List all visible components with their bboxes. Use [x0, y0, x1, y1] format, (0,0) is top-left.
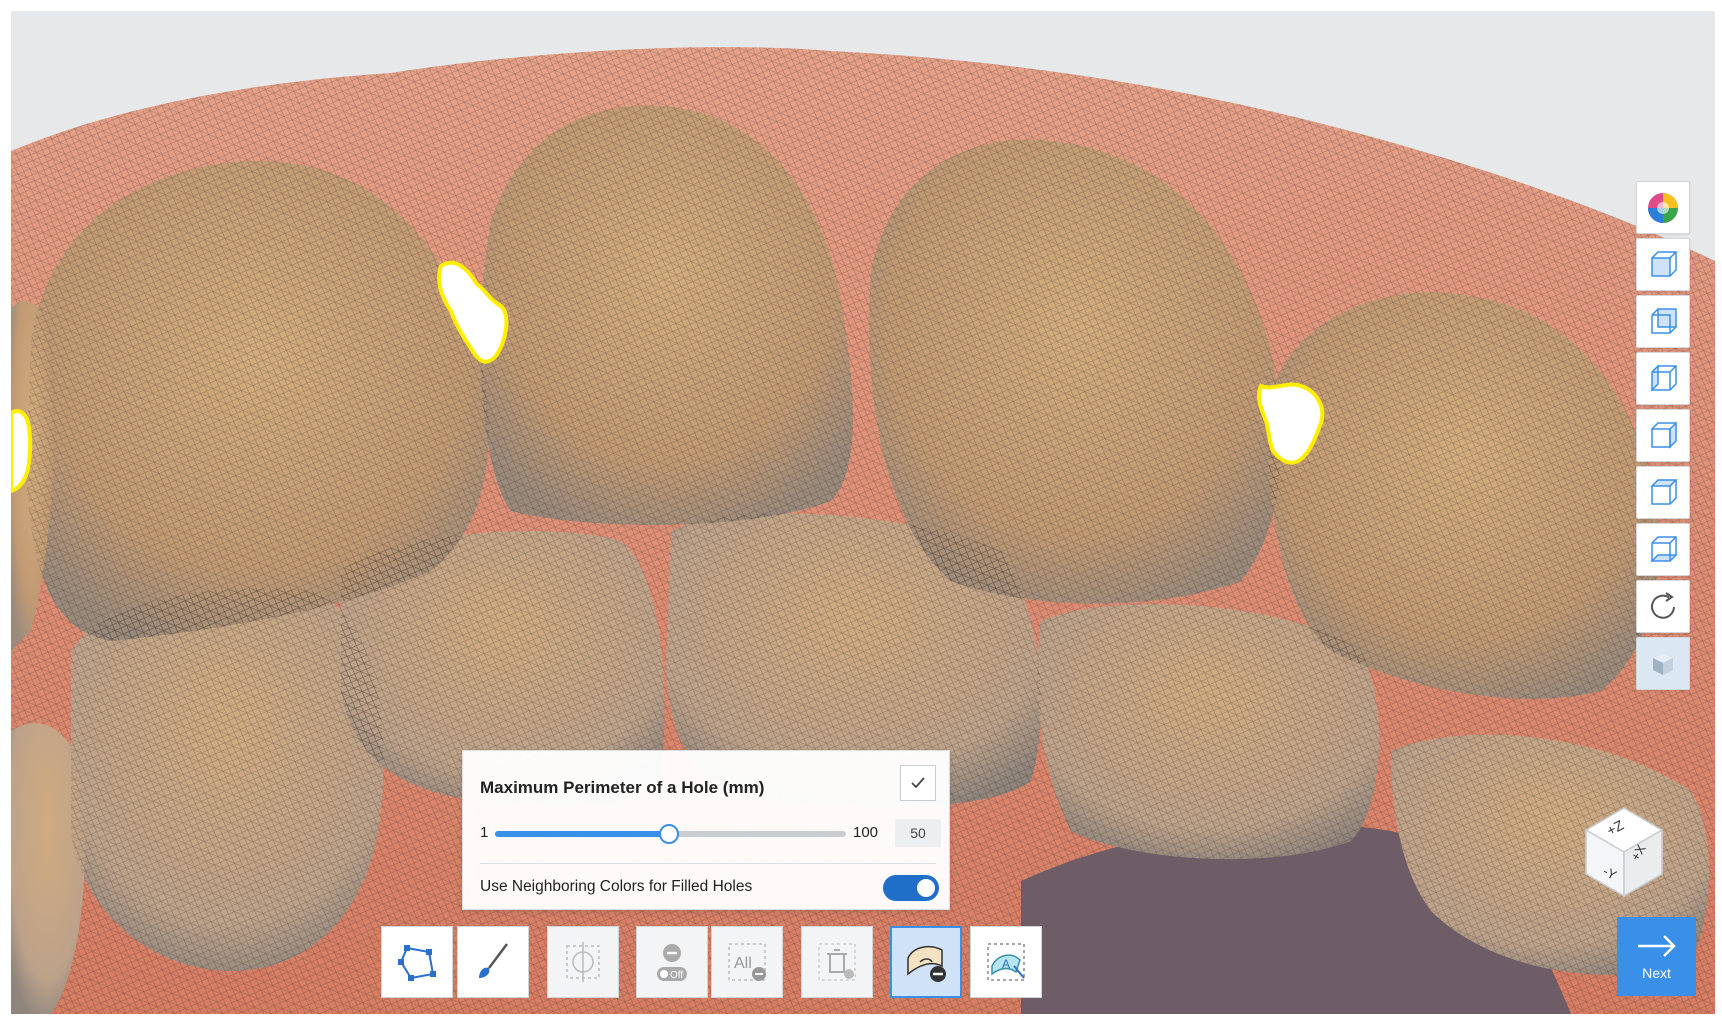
off-label: Off — [670, 970, 683, 981]
fill-holes-panel: Maximum Perimeter of a Hole (mm) 1 100 5… — [462, 750, 950, 910]
cube-bottom-icon — [1650, 535, 1678, 562]
cube-right-icon — [1651, 420, 1677, 449]
svg-text:A: A — [1002, 957, 1010, 971]
view-back-button[interactable] — [1636, 295, 1690, 348]
brush-select-tool[interactable] — [457, 926, 529, 998]
color-mode-icon — [1648, 192, 1678, 223]
view-bottom-button[interactable] — [1636, 523, 1690, 576]
neighbor-colors-label: Use Neighboring Colors for Filled Holes — [480, 878, 753, 895]
hole-toggle-off[interactable]: Off — [636, 926, 708, 998]
color-mode-button[interactable] — [1636, 181, 1690, 234]
view-front-button[interactable] — [1636, 238, 1690, 291]
texture-cube-icon — [1653, 652, 1673, 675]
polygon-select-tool[interactable] — [381, 926, 453, 998]
slider-thumb[interactable] — [658, 824, 679, 844]
minus-off-icon: Off — [657, 944, 687, 981]
view-right-button[interactable] — [1636, 409, 1690, 462]
fill-holes-icon — [907, 945, 946, 982]
through-select-tool[interactable] — [547, 926, 619, 998]
fill-holes-tool[interactable] — [890, 926, 962, 998]
cube-front-icon — [1651, 250, 1677, 277]
arrow-right-icon — [1637, 934, 1676, 957]
cube-left-icon — [1651, 363, 1677, 392]
slider-fill — [495, 831, 669, 837]
texture-toggle-button[interactable] — [1636, 637, 1690, 690]
all-deselect-icon: All — [728, 943, 766, 981]
next-label: Next — [1642, 964, 1671, 981]
all-label: All — [734, 955, 752, 972]
smart-fill-tool[interactable]: A — [970, 926, 1042, 998]
slider-value-field[interactable]: 50 — [895, 819, 941, 847]
cube-back-icon — [1651, 307, 1677, 334]
reset-view-button[interactable] — [1636, 580, 1690, 633]
panel-title: Maximum Perimeter of a Hole (mm) — [480, 778, 765, 797]
through-select-icon — [566, 942, 600, 982]
toggle-knob — [917, 879, 935, 897]
check-icon — [911, 777, 925, 789]
orientation-cube[interactable]: +Z -Y +X — [1576, 796, 1674, 900]
polygon-icon — [398, 945, 436, 981]
rotate-icon — [1651, 591, 1675, 619]
slider-max-label: 100 — [853, 824, 879, 841]
neighbor-colors-toggle[interactable] — [883, 875, 939, 901]
delete-selection[interactable] — [801, 926, 873, 998]
view-left-button[interactable] — [1636, 352, 1690, 405]
slider-min-label: 1 — [480, 824, 489, 841]
cube-top-icon — [1650, 478, 1678, 505]
panel-divider — [480, 863, 936, 864]
view-top-button[interactable] — [1636, 466, 1690, 519]
trash-icon — [818, 943, 856, 981]
smart-fill-icon: A — [987, 943, 1025, 981]
slider-track[interactable] — [495, 824, 846, 844]
deselect-all[interactable]: All — [711, 926, 783, 998]
brush-icon — [479, 943, 508, 978]
apply-button[interactable] — [900, 765, 936, 801]
view-toolbar — [1636, 181, 1692, 690]
next-button[interactable]: Next — [1617, 917, 1696, 996]
perimeter-slider: 1 100 50 — [480, 819, 941, 847]
